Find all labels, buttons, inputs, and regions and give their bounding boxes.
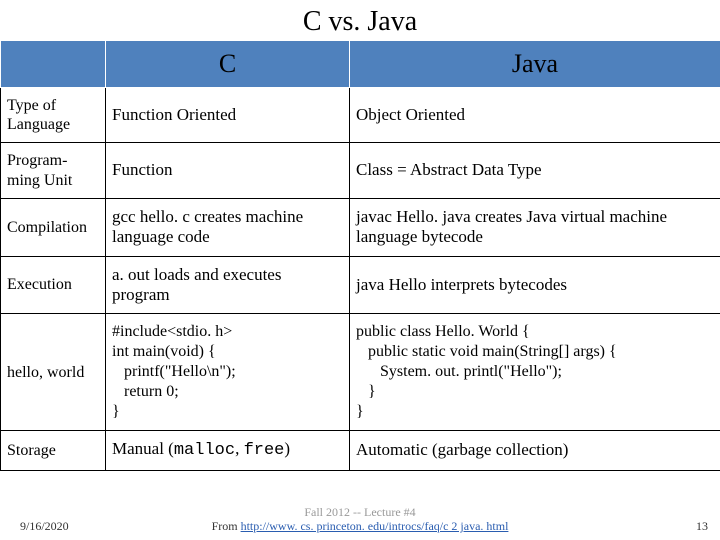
- cell-c: Function: [106, 143, 350, 198]
- row-label: hello, world: [1, 314, 106, 431]
- footer-page-number: 13: [696, 519, 708, 534]
- cell-c: Function Oriented: [106, 88, 350, 143]
- cell-java: java Hello interprets bytecodes: [350, 256, 720, 314]
- table-row: Execution a. out loads and executes prog…: [1, 256, 720, 314]
- cell-java: public class Hello. World { public stati…: [350, 314, 720, 431]
- cell-java: Class = Abstract Data Type: [350, 143, 720, 198]
- slide-title: C vs. Java: [0, 0, 720, 40]
- cell-java: javac Hello. java creates Java virtual m…: [350, 198, 720, 256]
- code-c: #include<stdio. h> int main(void) { prin…: [112, 322, 343, 422]
- row-label: Storage: [1, 431, 106, 470]
- table-row: Program- ming Unit Function Class = Abst…: [1, 143, 720, 198]
- footer-source: From http://www. cs. princeton. edu/intr…: [0, 519, 720, 534]
- cell-c: a. out loads and executes program: [106, 256, 350, 314]
- row-label: Compilation: [1, 198, 106, 256]
- comparison-table: C Java Type of Language Function Oriente…: [0, 40, 720, 471]
- cell-java: Automatic (garbage collection): [350, 431, 720, 470]
- storage-c-mid: ,: [235, 439, 244, 458]
- storage-c-mono1: malloc: [174, 441, 235, 460]
- code-java: public class Hello. World { public stati…: [356, 322, 714, 422]
- row-label: Execution: [1, 256, 106, 314]
- footer-source-prefix: From: [212, 519, 241, 533]
- table-row: Type of Language Function Oriented Objec…: [1, 88, 720, 143]
- table-row: Storage Manual (malloc, free) Automatic …: [1, 431, 720, 470]
- footer-source-link[interactable]: http://www. cs. princeton. edu/introcs/f…: [241, 519, 509, 533]
- header-java: Java: [350, 41, 720, 88]
- table-row: hello, world #include<stdio. h> int main…: [1, 314, 720, 431]
- cell-java: Object Oriented: [350, 88, 720, 143]
- storage-c-suffix: ): [284, 439, 290, 458]
- cell-c: #include<stdio. h> int main(void) { prin…: [106, 314, 350, 431]
- row-label: Program- ming Unit: [1, 143, 106, 198]
- header-blank: [1, 41, 106, 88]
- header-c: C: [106, 41, 350, 88]
- table-row: Compilation gcc hello. c creates machine…: [1, 198, 720, 256]
- storage-c-mono2: free: [244, 441, 285, 460]
- storage-c-prefix: Manual (: [112, 439, 174, 458]
- footer-lecture: Fall 2012 -- Lecture #4: [0, 505, 720, 520]
- row-label: Type of Language: [1, 88, 106, 143]
- cell-c: gcc hello. c creates machine language co…: [106, 198, 350, 256]
- cell-c: Manual (malloc, free): [106, 431, 350, 470]
